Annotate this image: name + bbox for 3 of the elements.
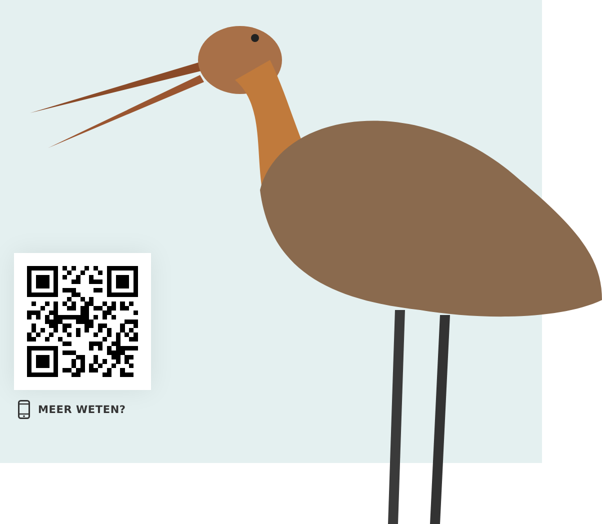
phone-icon [18,400,30,419]
more-info-link[interactable]: MEER WETEN? [14,400,126,419]
qr-code-icon [27,266,138,377]
